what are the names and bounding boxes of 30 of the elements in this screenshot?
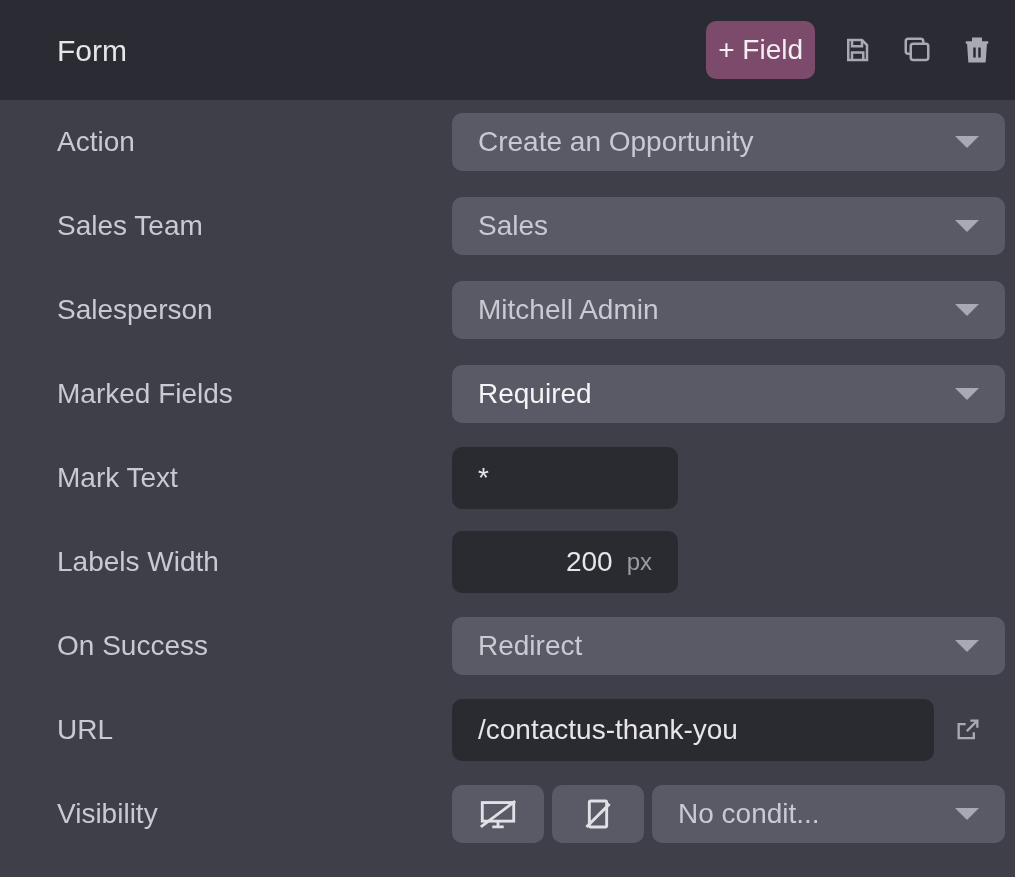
dropdown[interactable]: Create an Opportunity [452, 113, 1005, 171]
dropdown[interactable]: Redirect [452, 617, 1005, 675]
caret-icon [955, 808, 979, 820]
panel-title: Form [57, 32, 128, 69]
field-label: Action [57, 125, 136, 159]
caret-icon [955, 640, 979, 652]
caret-icon [955, 388, 979, 400]
field-label: Marked Fields [57, 377, 234, 411]
input-field[interactable]: 200 px [452, 531, 678, 593]
field-label: Sales Team [57, 209, 204, 243]
field-label: Labels Width [57, 545, 220, 579]
caret-icon [955, 136, 979, 148]
dropdown[interactable]: Sales [452, 197, 1005, 255]
field-label: On Success [57, 629, 209, 663]
field-label: Mark Text [57, 461, 179, 495]
input-field[interactable]: * [452, 447, 678, 509]
mobile-hidden-button[interactable] [552, 785, 644, 843]
monitor-crossed-icon [478, 799, 518, 829]
field-label: Salesperson [57, 293, 214, 327]
phone-crossed-icon [585, 799, 611, 829]
caret-icon [955, 304, 979, 316]
desktop-hidden-button[interactable] [452, 785, 544, 843]
dropdown[interactable]: Mitchell Admin [452, 281, 1005, 339]
dropdown[interactable]: Required [452, 365, 1005, 423]
dropdown[interactable]: No condit... [652, 785, 1005, 843]
field-label: Visibility [57, 797, 159, 831]
caret-icon [955, 220, 979, 232]
add-field-button[interactable]: + Field [706, 21, 815, 79]
field-label: URL [57, 713, 114, 747]
input-field[interactable]: /contactus-thank-you [452, 699, 934, 761]
